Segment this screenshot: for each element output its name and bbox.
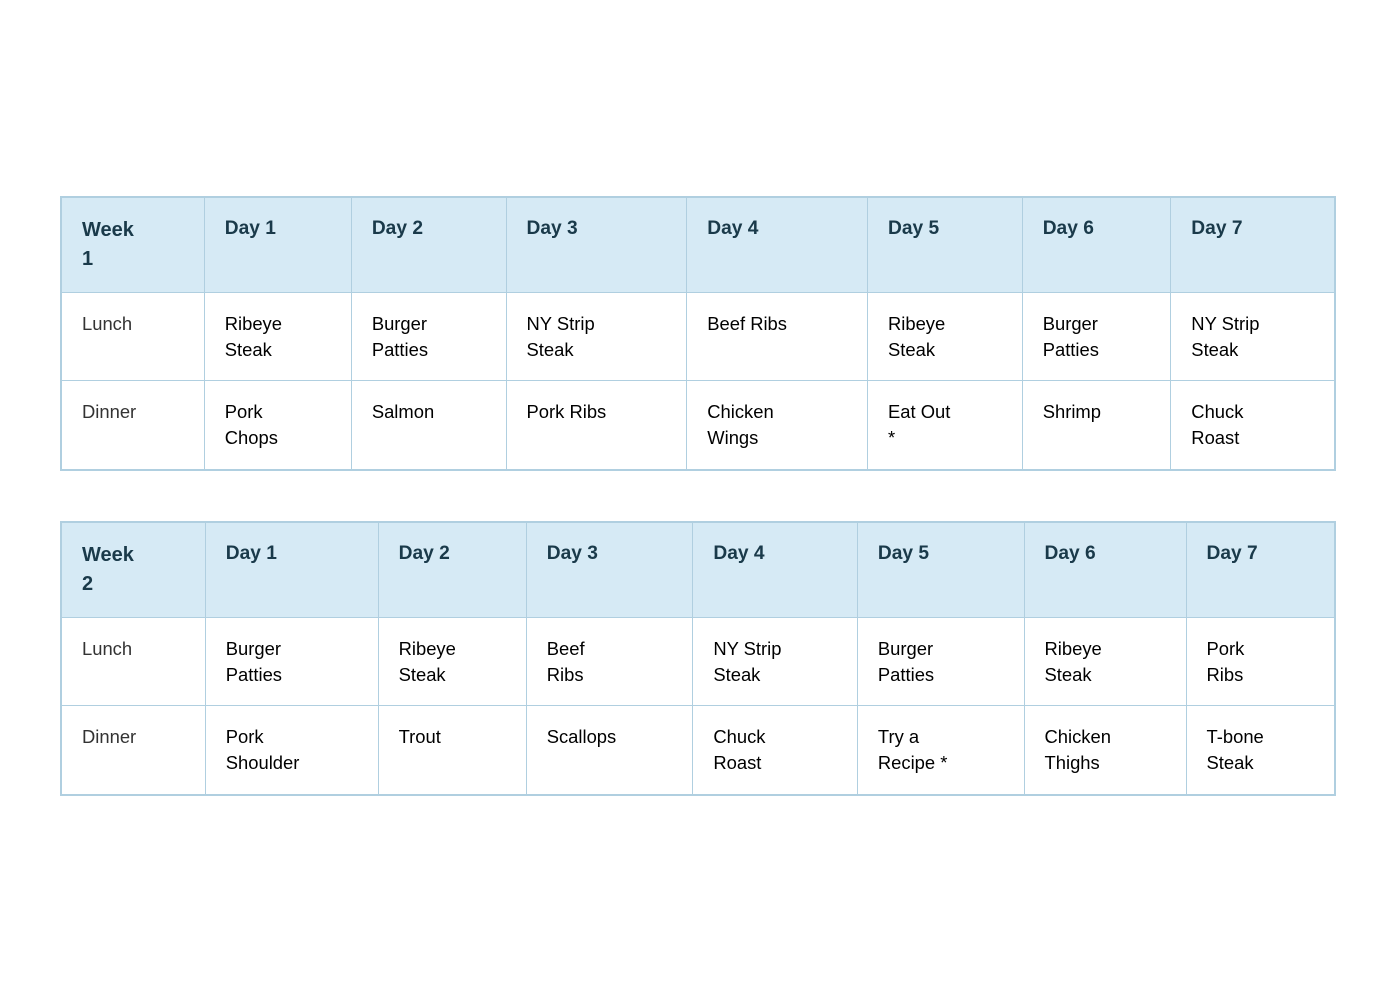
week1-day5-header: Day 5	[867, 197, 1022, 292]
week2-lunch-day7: Pork Ribs	[1186, 617, 1335, 706]
week1-day6-header: Day 6	[1022, 197, 1171, 292]
week1-dinner-day7: Chuck Roast	[1171, 381, 1335, 470]
week1-lunch-row: Lunch Ribeye Steak Burger Patties NY Str…	[61, 292, 1335, 381]
week1-lunch-day3: NY Strip Steak	[506, 292, 687, 381]
week1-day4-header: Day 4	[687, 197, 868, 292]
week1-dinner-day6: Shrimp	[1022, 381, 1171, 470]
week1-lunch-day2: Burger Patties	[351, 292, 506, 381]
week1-day1-header: Day 1	[204, 197, 351, 292]
week1-dinner-day1: Pork Chops	[204, 381, 351, 470]
week2-dinner-day1: Pork Shoulder	[205, 706, 378, 795]
week1-lunch-day5: Ribeye Steak	[867, 292, 1022, 381]
week2-dinner-day6: Chicken Thighs	[1024, 706, 1186, 795]
week2-dinner-day4: Chuck Roast	[693, 706, 858, 795]
week1-lunch-day6: Burger Patties	[1022, 292, 1171, 381]
week2-dinner-row: Dinner Pork Shoulder Trout Scallops Chuc…	[61, 706, 1335, 795]
week2-dinner-day2: Trout	[378, 706, 526, 795]
week1-lunch-day4: Beef Ribs	[687, 292, 868, 381]
week1-table: Week 1 Day 1 Day 2 Day 3 Day 4 Day 5 Day…	[60, 196, 1336, 471]
week2-lunch-label: Lunch	[61, 617, 205, 706]
week1-dinner-label: Dinner	[61, 381, 204, 470]
week2-day2-header: Day 2	[378, 522, 526, 617]
week1-label: Week 1	[61, 197, 204, 292]
week1-lunch-label: Lunch	[61, 292, 204, 381]
week1-lunch-day1: Ribeye Steak	[204, 292, 351, 381]
week2-dinner-label: Dinner	[61, 706, 205, 795]
week1-day7-header: Day 7	[1171, 197, 1335, 292]
week2-dinner-day7: T-bone Steak	[1186, 706, 1335, 795]
week2-lunch-day4: NY Strip Steak	[693, 617, 858, 706]
week1-dinner-day4: Chicken Wings	[687, 381, 868, 470]
week2-day6-header: Day 6	[1024, 522, 1186, 617]
week2-lunch-day2: Ribeye Steak	[378, 617, 526, 706]
week2-day4-header: Day 4	[693, 522, 858, 617]
week1-dinner-day3: Pork Ribs	[506, 381, 687, 470]
week2-dinner-day5: Try a Recipe *	[857, 706, 1024, 795]
week1-lunch-day7: NY Strip Steak	[1171, 292, 1335, 381]
week1-day2-header: Day 2	[351, 197, 506, 292]
week2-table: Week 2 Day 1 Day 2 Day 3 Day 4 Day 5 Day…	[60, 521, 1336, 796]
week2-lunch-day3: Beef Ribs	[526, 617, 693, 706]
week2-day5-header: Day 5	[857, 522, 1024, 617]
week2-label: Week 2	[61, 522, 205, 617]
week1-day3-header: Day 3	[506, 197, 687, 292]
week1-dinner-row: Dinner Pork Chops Salmon Pork Ribs Chick…	[61, 381, 1335, 470]
week2-lunch-day6: Ribeye Steak	[1024, 617, 1186, 706]
week2-day3-header: Day 3	[526, 522, 693, 617]
week1-dinner-day5: Eat Out *	[867, 381, 1022, 470]
week2-lunch-day5: Burger Patties	[857, 617, 1024, 706]
week2-day7-header: Day 7	[1186, 522, 1335, 617]
week2-dinner-day3: Scallops	[526, 706, 693, 795]
week2-lunch-day1: Burger Patties	[205, 617, 378, 706]
week1-dinner-day2: Salmon	[351, 381, 506, 470]
week2-day1-header: Day 1	[205, 522, 378, 617]
week2-lunch-row: Lunch Burger Patties Ribeye Steak Beef R…	[61, 617, 1335, 706]
